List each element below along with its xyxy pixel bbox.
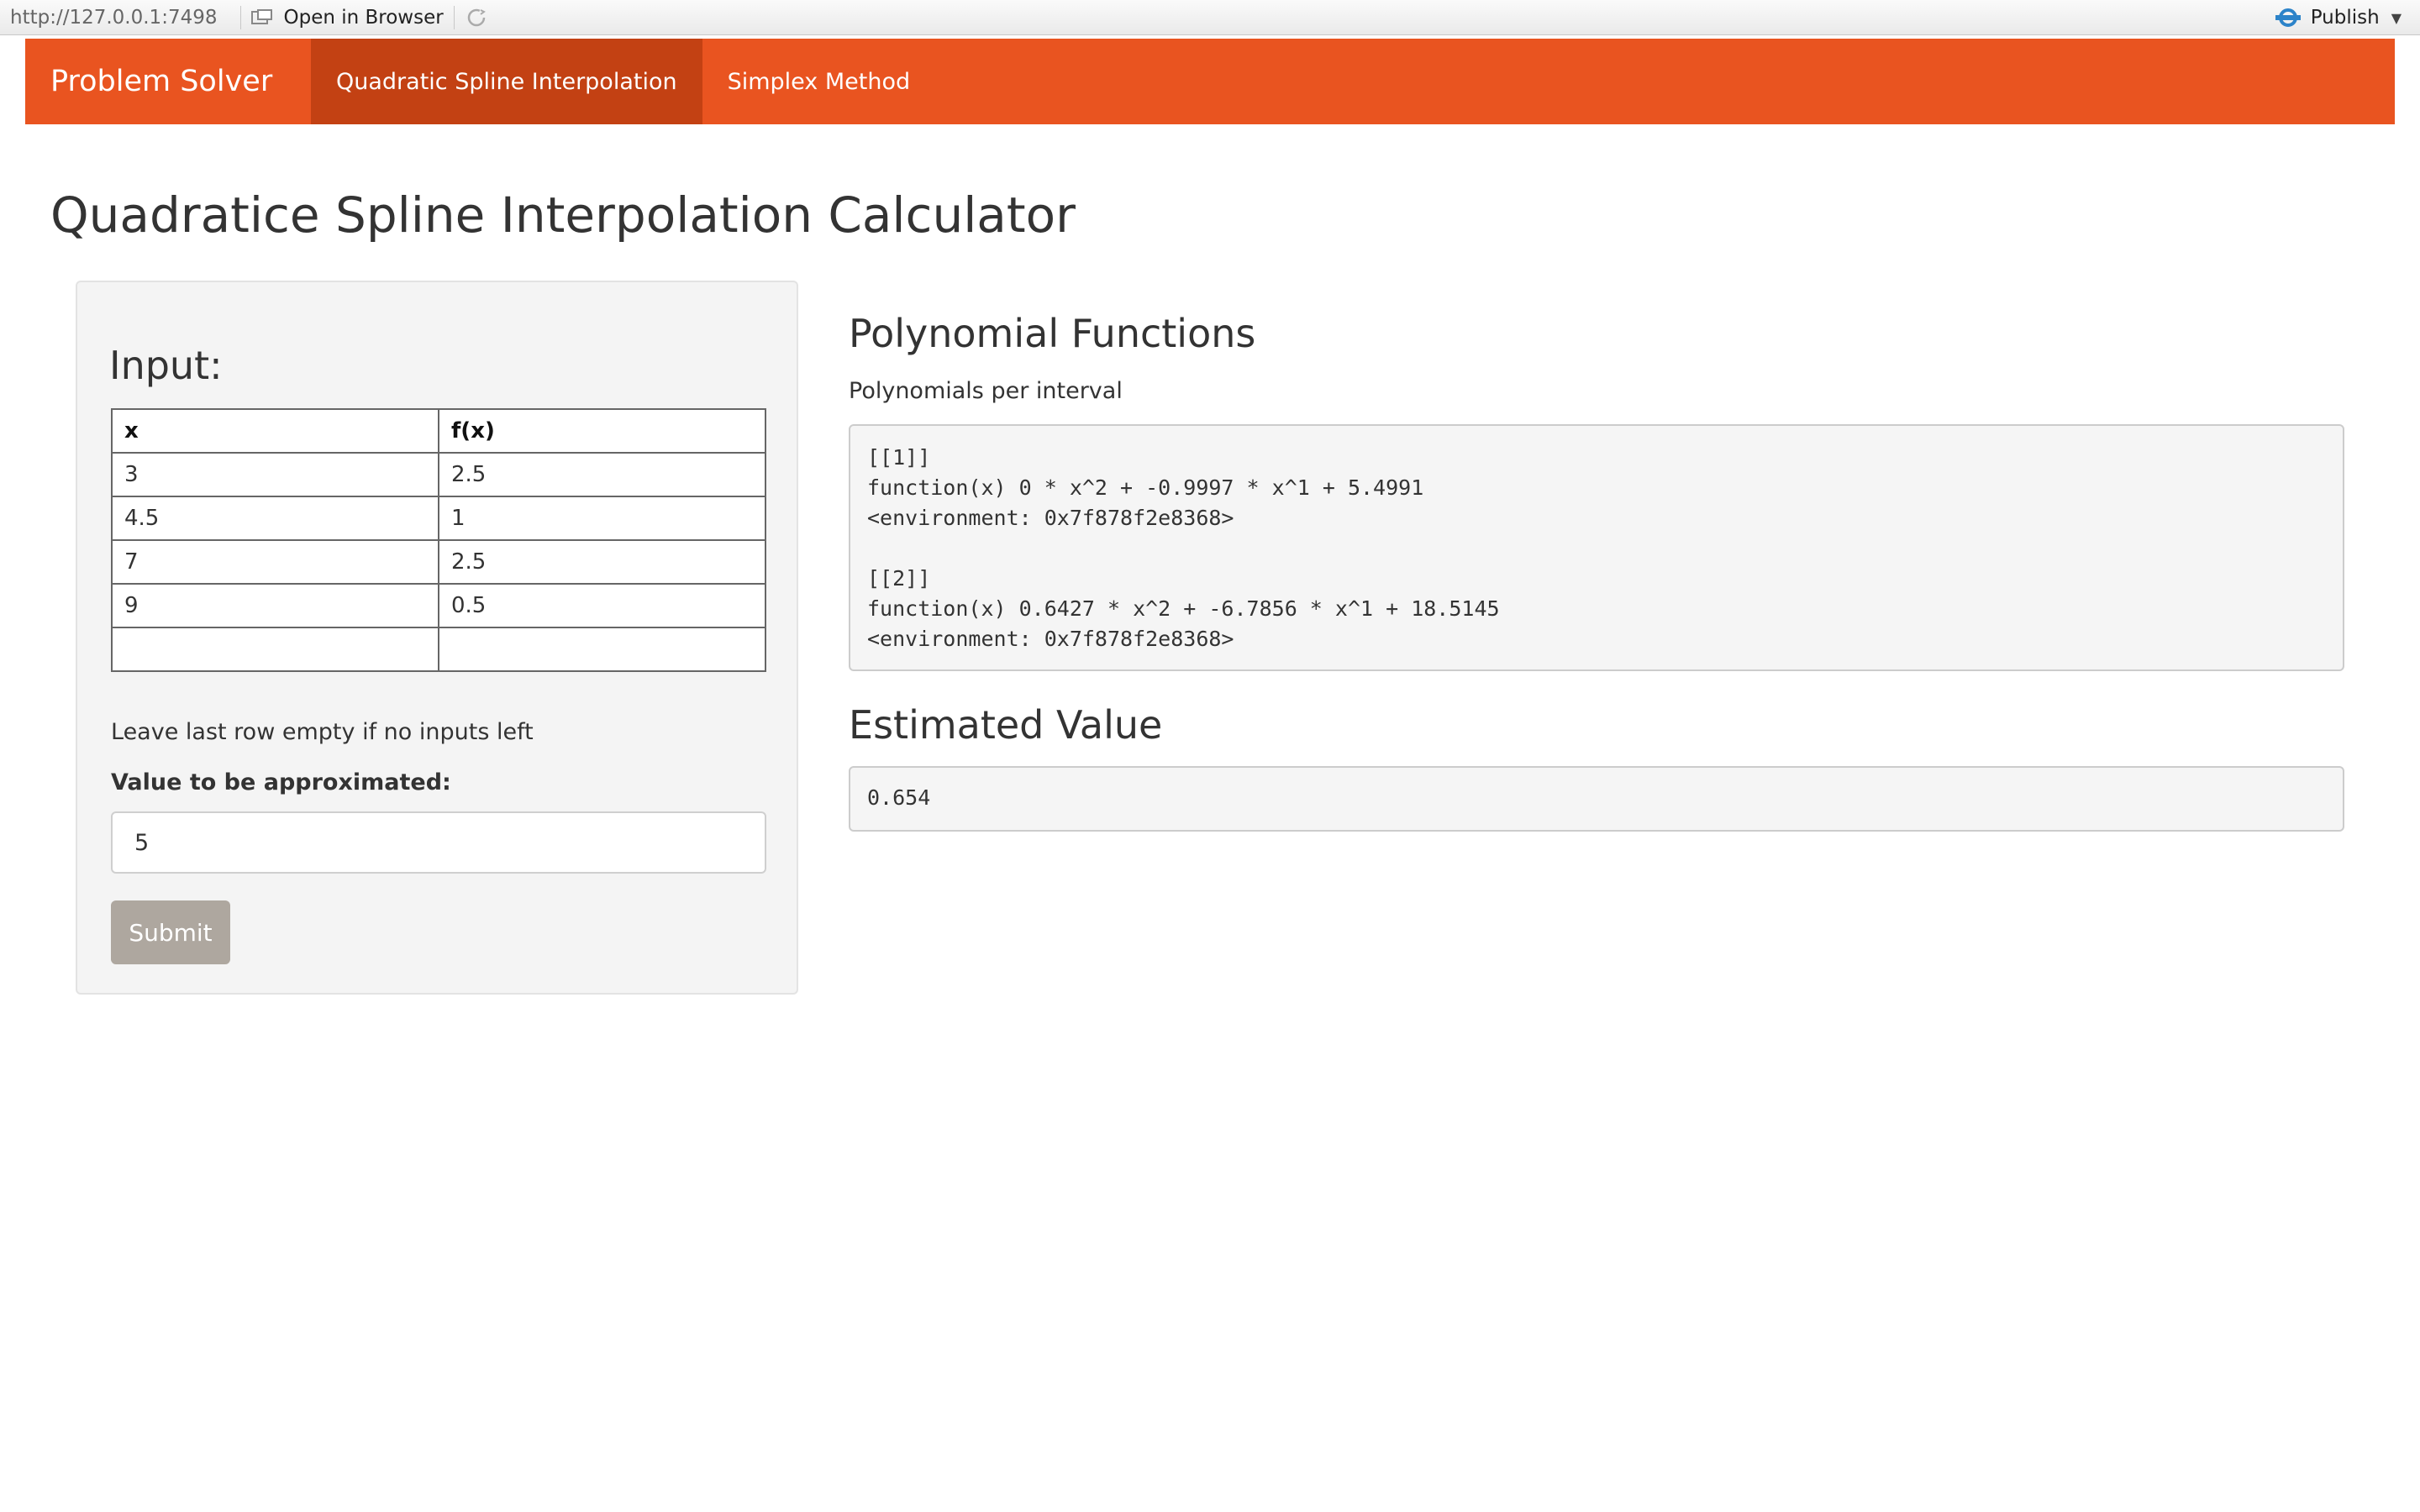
input-heading: Input: bbox=[109, 343, 223, 388]
table-cell[interactable]: 7 bbox=[111, 539, 439, 585]
viewer-url: http://127.0.0.1:7498 bbox=[10, 6, 218, 29]
publish-button[interactable]: Publish ▼ bbox=[2274, 0, 2402, 35]
table-cell[interactable]: 9 bbox=[111, 583, 439, 628]
toolbar-divider bbox=[453, 5, 455, 29]
tab-quadratic-spline[interactable]: Quadratic Spline Interpolation bbox=[311, 39, 702, 124]
viewer-toolbar: http://127.0.0.1:7498 Open in Browser Pu… bbox=[0, 0, 2420, 35]
open-browser-icon bbox=[251, 8, 273, 26]
table-header-row: x f(x) bbox=[111, 408, 766, 454]
navbar: Problem Solver Quadratic Spline Interpol… bbox=[25, 39, 2395, 124]
toolbar-divider bbox=[240, 5, 242, 29]
refresh-icon[interactable] bbox=[465, 6, 488, 29]
polynomial-output: [[1]] function(x) 0 * x^2 + -0.9997 * x^… bbox=[849, 424, 2344, 671]
table-cell[interactable]: 4.5 bbox=[111, 496, 439, 541]
page-title: Quadratice Spline Interpolation Calculat… bbox=[50, 186, 1076, 244]
tab-simplex-method[interactable]: Simplex Method bbox=[702, 39, 936, 124]
table-row bbox=[111, 627, 766, 672]
publish-icon bbox=[2274, 7, 2302, 29]
table-cell[interactable]: 1 bbox=[438, 496, 766, 541]
polynomial-heading: Polynomial Functions bbox=[849, 311, 1256, 356]
input-table: x f(x) 3 2.5 4.5 1 7 2.5 9 0.5 bbox=[111, 408, 766, 672]
column-header-x: x bbox=[111, 408, 439, 454]
estimate-output: 0.654 bbox=[849, 766, 2344, 832]
estimate-heading: Estimated Value bbox=[849, 702, 1163, 748]
table-row: 7 2.5 bbox=[111, 539, 766, 585]
table-row: 3 2.5 bbox=[111, 452, 766, 497]
value-label: Value to be approximated: bbox=[111, 769, 451, 795]
chevron-down-icon[interactable]: ▼ bbox=[2391, 10, 2402, 26]
navbar-brand[interactable]: Problem Solver bbox=[25, 39, 311, 124]
table-cell[interactable]: 2.5 bbox=[438, 539, 766, 585]
table-cell[interactable]: 3 bbox=[111, 452, 439, 497]
table-cell[interactable] bbox=[111, 627, 439, 672]
table-cell[interactable] bbox=[438, 627, 766, 672]
open-in-browser-button[interactable]: Open in Browser bbox=[251, 6, 444, 29]
open-browser-label: Open in Browser bbox=[283, 6, 444, 29]
empty-row-note: Leave last row empty if no inputs left bbox=[111, 719, 534, 745]
input-panel: Input: x f(x) 3 2.5 4.5 1 7 2.5 9 0.5 Le… bbox=[76, 281, 798, 995]
column-header-fx: f(x) bbox=[438, 408, 766, 454]
table-row: 4.5 1 bbox=[111, 496, 766, 541]
table-cell[interactable]: 2.5 bbox=[438, 452, 766, 497]
table-cell[interactable]: 0.5 bbox=[438, 583, 766, 628]
polynomial-subtitle: Polynomials per interval bbox=[849, 378, 1123, 404]
table-row: 9 0.5 bbox=[111, 583, 766, 628]
publish-label: Publish bbox=[2310, 7, 2380, 29]
submit-button[interactable]: Submit bbox=[111, 900, 230, 964]
value-input[interactable]: 5 bbox=[111, 811, 766, 874]
